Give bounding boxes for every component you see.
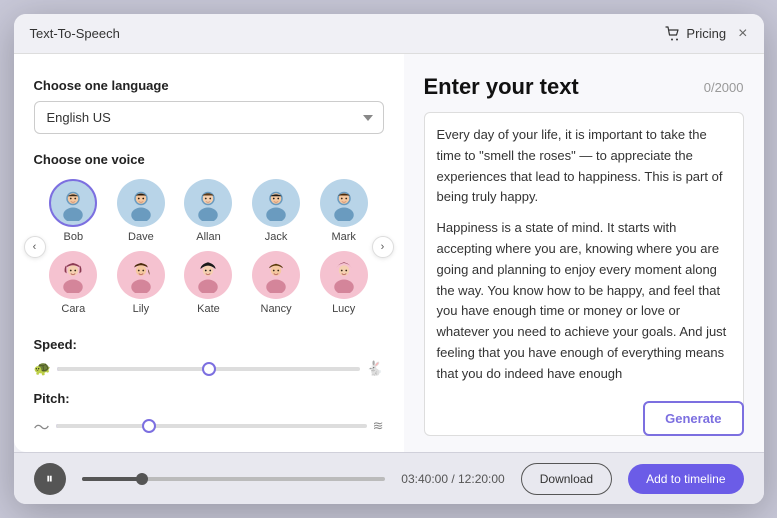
pitch-high-icon: ≋	[373, 418, 384, 434]
voice-next-button[interactable]: ›	[372, 236, 394, 258]
text-header: Enter your text 0/2000	[424, 74, 744, 100]
pitch-slider-row: 〜 ≋	[34, 414, 384, 438]
text-area[interactable]: Every day of your life, it is important …	[424, 112, 744, 436]
voice-avatar-allan	[184, 179, 232, 227]
title-bar-actions: Pricing ×	[665, 26, 747, 42]
voice-avatar-lucy	[320, 251, 368, 299]
generate-button[interactable]: Generate	[643, 401, 743, 436]
voice-grid: Bob	[34, 175, 384, 319]
text-paragraph-2: Happiness is a state of mind. It starts …	[437, 218, 731, 384]
download-button[interactable]: Download	[521, 463, 612, 495]
voice-avatar-cara	[49, 251, 97, 299]
time-display: 03:40:00 / 12:20:00	[401, 472, 504, 486]
main-content: Choose one language English US English U…	[14, 54, 764, 452]
play-pause-button[interactable]: ⏸	[34, 463, 66, 495]
pitch-low-icon: 〜	[34, 414, 50, 438]
bottom-bar: ⏸ 03:40:00 / 12:20:00 Download Add to ti…	[14, 452, 764, 504]
add-to-timeline-button[interactable]: Add to timeline	[628, 464, 743, 494]
voice-section: Choose one voice ‹	[34, 152, 384, 319]
voice-item-lucy[interactable]: Lucy	[314, 251, 374, 315]
voice-name-jack: Jack	[265, 231, 288, 243]
pricing-button[interactable]: Pricing	[665, 26, 726, 42]
speed-section: Speed: 🐢 🐇	[34, 337, 384, 377]
pause-icon: ⏸	[46, 470, 53, 487]
voice-item-lily[interactable]: Lily	[111, 251, 171, 315]
speed-slider-row: 🐢 🐇	[34, 360, 384, 377]
speed-slow-icon: 🐢	[34, 360, 51, 377]
language-select[interactable]: English US English UK Spanish French Ger…	[34, 101, 384, 134]
text-title: Enter your text	[424, 74, 579, 100]
progress-bar[interactable]	[82, 477, 386, 481]
pitch-section: Pitch: 〜 ≋	[34, 391, 384, 438]
left-panel: Choose one language English US English U…	[14, 54, 404, 452]
speed-fast-icon: 🐇	[366, 360, 383, 377]
voice-avatar-mark	[320, 179, 368, 227]
title-bar: Text-To-Speech Pricing ×	[14, 14, 764, 54]
cart-icon	[665, 26, 681, 42]
voice-name-nancy: Nancy	[261, 303, 292, 315]
pitch-label: Pitch:	[34, 391, 384, 406]
voice-avatar-jack	[252, 179, 300, 227]
voice-name-lily: Lily	[133, 303, 150, 315]
char-count: 0/2000	[704, 80, 744, 95]
app-window: Text-To-Speech Pricing × Choose one lang…	[14, 14, 764, 504]
voice-avatar-nancy	[252, 251, 300, 299]
slider-section: Speed: 🐢 🐇 Pitch: 〜	[34, 337, 384, 438]
voice-item-nancy[interactable]: Nancy	[246, 251, 306, 315]
voice-name-cara: Cara	[61, 303, 85, 315]
voice-carousel: ‹	[34, 175, 384, 319]
voice-avatar-kate	[184, 251, 232, 299]
voice-item-cara[interactable]: Cara	[44, 251, 104, 315]
pitch-track[interactable]	[56, 424, 367, 428]
language-section-label: Choose one language	[34, 78, 384, 93]
voice-name-lucy: Lucy	[332, 303, 355, 315]
speed-track[interactable]	[57, 367, 360, 371]
voice-item-jack[interactable]: Jack	[246, 179, 306, 243]
language-section: Choose one language English US English U…	[34, 78, 384, 134]
right-panel: Enter your text 0/2000 Every day of your…	[404, 54, 764, 452]
speed-label: Speed:	[34, 337, 384, 352]
voice-avatar-bob	[49, 179, 97, 227]
voice-prev-button[interactable]: ‹	[24, 236, 46, 258]
voice-item-kate[interactable]: Kate	[179, 251, 239, 315]
voice-item-mark[interactable]: Mark	[314, 179, 374, 243]
voice-section-label: Choose one voice	[34, 152, 384, 167]
voice-name-allan: Allan	[196, 231, 220, 243]
voice-item-dave[interactable]: Dave	[111, 179, 171, 243]
close-button[interactable]: ×	[738, 26, 747, 42]
app-title: Text-To-Speech	[30, 26, 120, 41]
text-paragraph-1: Every day of your life, it is important …	[437, 125, 731, 208]
voice-name-dave: Dave	[128, 231, 154, 243]
voice-name-bob: Bob	[64, 231, 84, 243]
voice-item-bob[interactable]: Bob	[44, 179, 104, 243]
voice-name-mark: Mark	[331, 231, 355, 243]
voice-avatar-dave	[117, 179, 165, 227]
voice-avatar-lily	[117, 251, 165, 299]
voice-name-kate: Kate	[197, 303, 220, 315]
voice-item-allan[interactable]: Allan	[179, 179, 239, 243]
